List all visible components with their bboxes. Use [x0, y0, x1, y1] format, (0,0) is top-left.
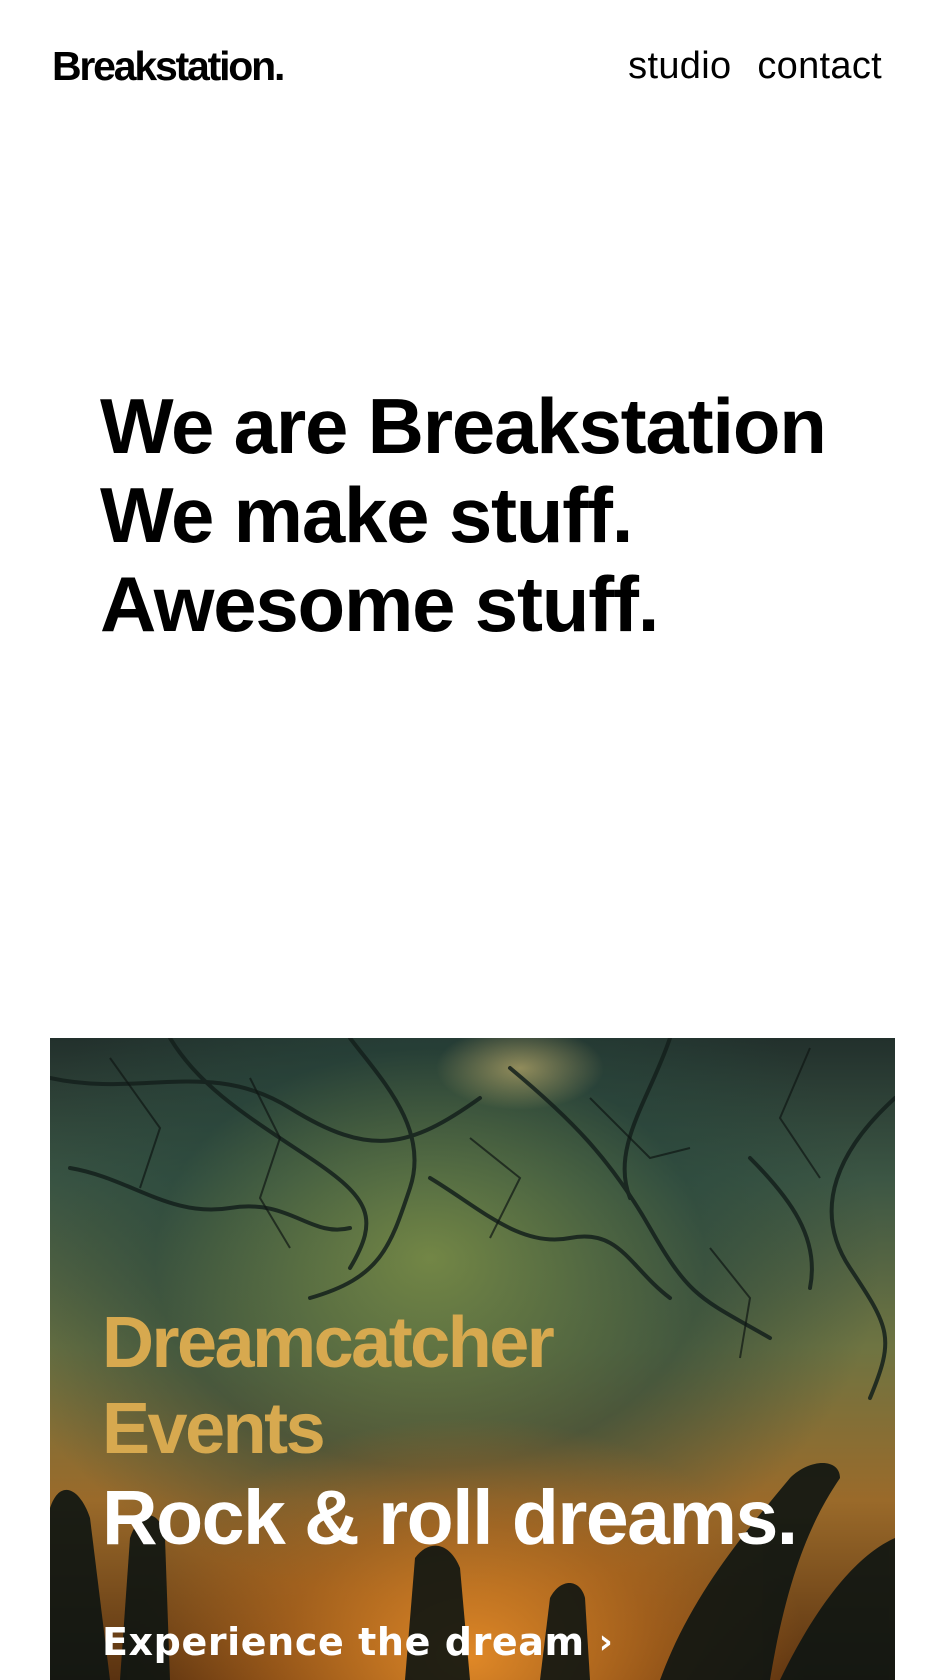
- project-card-dreamcatcher[interactable]: Dreamcatcher Events Rock & roll dreams. …: [50, 1038, 895, 1680]
- client-name-line-2: Events: [102, 1389, 326, 1469]
- hero-headline-line-1: We are Breakstation: [100, 382, 827, 470]
- nav-link-contact[interactable]: contact: [757, 42, 882, 90]
- chevron-right-icon: ›: [598, 1622, 614, 1662]
- cta-label: Experience the dream: [102, 1620, 585, 1664]
- site-header: Breakstation. studio contact: [0, 0, 945, 140]
- hero-headline-line-3: Awesome stuff.: [100, 560, 659, 648]
- card-text-block: Dreamcatcher Events Rock & roll dreams.: [102, 1300, 882, 1564]
- hero-headline-line-2: We make stuff.: [100, 471, 633, 559]
- project-tagline: Rock & roll dreams.: [102, 1475, 798, 1561]
- main-nav: studio contact: [628, 42, 882, 90]
- logo[interactable]: Breakstation.: [52, 40, 285, 92]
- nav-link-studio[interactable]: studio: [628, 42, 731, 90]
- experience-the-dream-link[interactable]: Experience the dream ›: [102, 1618, 613, 1666]
- client-name-line-1: Dreamcatcher: [102, 1303, 555, 1383]
- hero-section: We are Breakstation We make stuff. Aweso…: [100, 382, 880, 649]
